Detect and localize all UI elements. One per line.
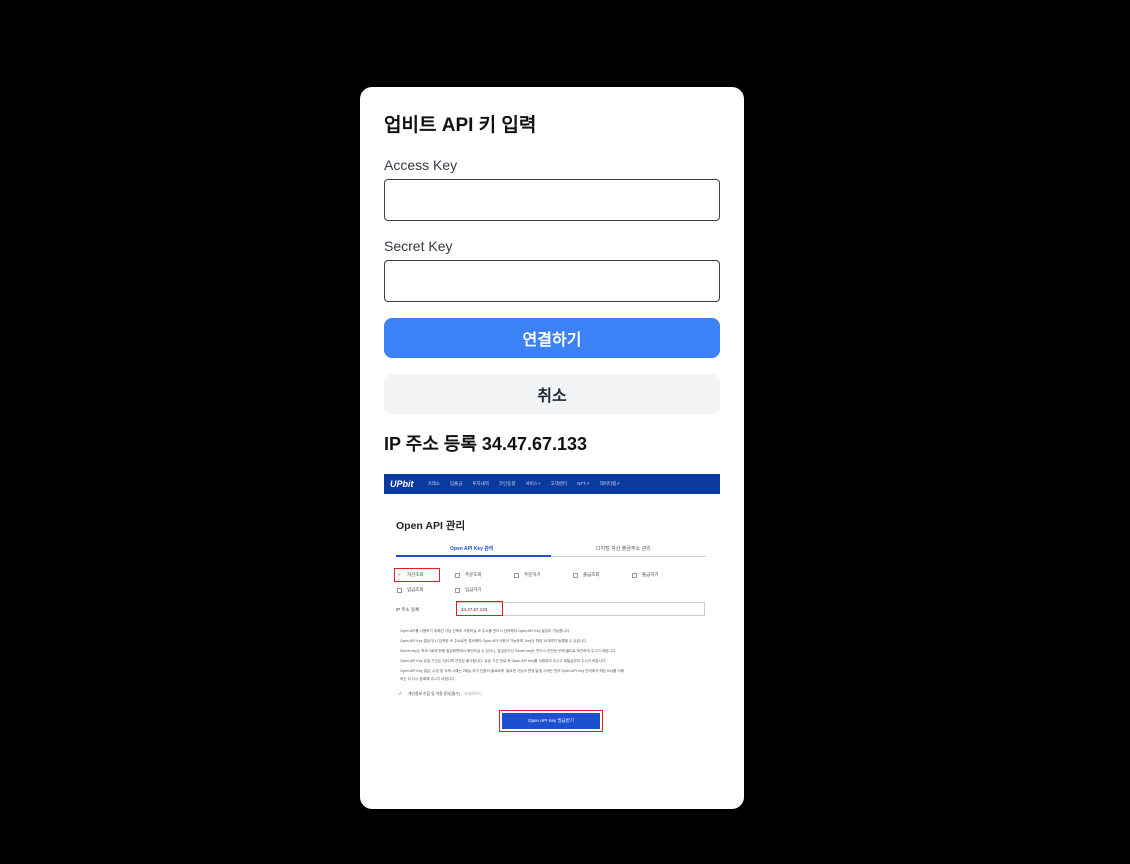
access-key-label: Access Key [384, 157, 458, 173]
checkbox-icon [514, 572, 519, 578]
guide-nav-item: 투자내역 [472, 481, 489, 486]
guide-nav-item: 서비스+ [525, 481, 541, 486]
checkbox-icon [455, 572, 460, 578]
guide-highlight-asset-view [394, 568, 440, 582]
guide-agree-text: 개인정보 수집 및 이용 동의(필수) [408, 692, 461, 696]
guide-tab-divider [551, 556, 706, 557]
connect-button[interactable]: 연결하기 [384, 318, 720, 358]
access-key-input[interactable] [384, 179, 720, 221]
guide-note: Open API Key 발급, 수정 및 삭제 시에는 2채널 추가 인증이 … [400, 669, 625, 673]
guide-perm-withdraw: 출금하기 [632, 572, 659, 578]
guide-nav-item: 거래소 [427, 481, 440, 486]
guide-highlight-ip [456, 601, 503, 616]
guide-ip-label: IP 주소 등록 [396, 607, 420, 612]
guide-note: 하신 뒤 다시 등록해 주시기 바랍니다. [400, 677, 456, 681]
guide-navbar: UPbit 거래소 입출금 투자내역 코인동향 서비스+ 고객센터 NFT↗ 데… [384, 474, 720, 494]
checkbox-icon [573, 572, 578, 578]
checkbox-icon [632, 572, 637, 578]
modal-title: 업비트 API 키 입력 [384, 115, 537, 136]
guide-nav-item: 입출금 [449, 481, 463, 486]
guide-page-title: Open API 관리 [396, 520, 466, 532]
checkbox-icon [455, 587, 460, 593]
guide-perm-deposit: 입금하기 [455, 587, 482, 593]
guide-highlight-issue: Open API Key 발급받기 [499, 710, 603, 732]
ip-registration-title: IP 주소 등록 34.47.67.133 [384, 434, 588, 454]
guide-nav-item: 데이터랩↗ [599, 481, 620, 486]
guide-issue-button: Open API Key 발급받기 [502, 713, 600, 729]
guide-note: Secret key는 최초 1회에 한해 발급화면에서 확인하실 수 있으니,… [400, 649, 616, 653]
guide-agree-row: ✓ 개인정보 수집 및 이용 동의(필수) 자세히보기 [398, 691, 482, 697]
upbit-logo: UPbit [390, 479, 414, 489]
api-key-modal: 업비트 API 키 입력 Access Key Secret Key 연결하기 … [360, 87, 744, 809]
guide-tab-underline [396, 555, 551, 557]
guide-perm-order: 주문하기 [514, 572, 541, 578]
guide-agree-link: 자세히보기 [464, 692, 482, 696]
cancel-button[interactable]: 취소 [384, 374, 720, 414]
secret-key-label: Secret Key [384, 238, 453, 254]
guide-perm-order-view: 주문조회 [455, 572, 482, 578]
upbit-guide-image: UPbit 거래소 입출금 투자내역 코인동향 서비스+ 고객센터 NFT↗ 데… [384, 474, 720, 744]
checkmark-icon: ✓ [398, 691, 403, 697]
guide-perm-withdraw-view: 출금조회 [573, 572, 600, 578]
guide-note: Open API를 사용하기 위해선 기능 선택과 사용하실 IP 주소를 반드… [400, 629, 570, 633]
guide-note: Open API Key 유효 기간은 1년이며 연장은 불가합니다. 유효 기… [400, 659, 607, 663]
guide-perm-deposit-view: 입금조회 [397, 587, 424, 593]
guide-tab-withdraw-address: 디지털 자산 출금주소 관리 [596, 546, 651, 552]
checkbox-icon [397, 587, 402, 593]
guide-note: Open API Key 발급 당시 입력한 IP 주소로만 접속해야 Open… [400, 639, 588, 643]
guide-tab-api-key: Open API Key 관리 [450, 546, 494, 552]
secret-key-input[interactable] [384, 260, 720, 302]
guide-nav-item: 고객센터 [550, 481, 568, 486]
guide-nav-item: NFT↗ [577, 481, 590, 486]
guide-nav-item: 코인동향 [498, 481, 516, 486]
